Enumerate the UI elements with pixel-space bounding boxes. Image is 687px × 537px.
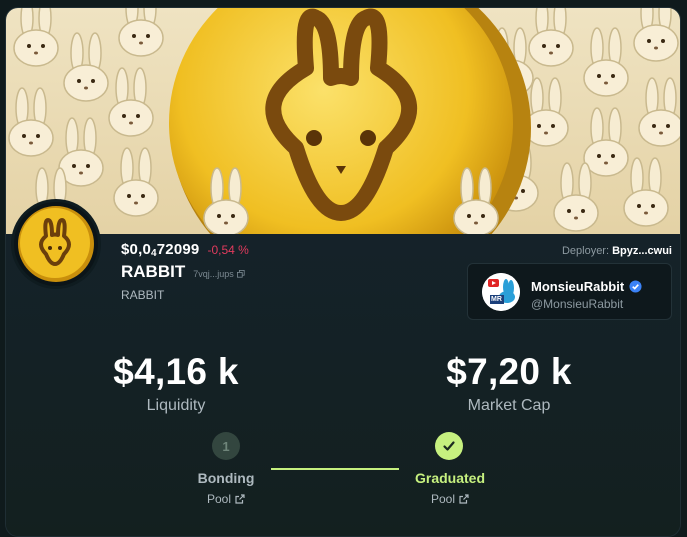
token-card: $0,0472099 -0,54 % RABBIT 7vqj...jups RA… [6, 8, 680, 536]
step-graduated-check [435, 432, 463, 460]
profile-handle: @MonsieuRabbit [531, 297, 624, 311]
liquidity-value: $4,16 k [113, 351, 239, 392]
liquidity-stat: $4,16 k Liquidity [76, 351, 276, 415]
creator-profile-card[interactable]: MR MonsieuRabbit @MonsieuRabbit [467, 263, 672, 320]
deployer-address[interactable]: Bpyz...cwui [612, 245, 672, 257]
token-ticker: RABBIT [121, 262, 186, 281]
deployer-label: Deployer: [561, 245, 610, 257]
token-avatar [14, 202, 98, 286]
banner-artwork [8, 8, 680, 234]
token-name: RABBIT [121, 288, 165, 302]
token-address[interactable]: 7vqj...jups [193, 269, 245, 279]
step-bonding-pool-link[interactable]: Pool [166, 492, 286, 506]
step-graduated-title: Graduated [414, 470, 485, 486]
verified-badge-icon [629, 280, 642, 293]
token-banner-image [6, 8, 680, 234]
copy-icon[interactable] [236, 270, 245, 278]
profile-avatar: MR [482, 273, 520, 311]
price-change: -0,54 % [207, 243, 249, 257]
price-row: $0,0472099 -0,54 % [121, 241, 249, 259]
step-bonding-title: Bonding [197, 470, 255, 486]
market-cap-label: Market Cap [467, 397, 551, 414]
profile-name: MonsieuRabbit [531, 279, 625, 294]
market-cap-stat: $7,20 k Market Cap [409, 351, 609, 415]
external-link-icon [459, 494, 469, 504]
checkmark-icon [443, 441, 455, 451]
market-cap-value: $7,20 k [446, 351, 572, 392]
ticker-row: RABBIT 7vqj...jups [121, 262, 245, 282]
step-bonding-number: 1 [212, 432, 240, 460]
token-price: $0,0472099 [121, 241, 200, 259]
deployer-info[interactable]: Deployer: Bpyz...cwui [562, 245, 672, 257]
step-bonding-pool-label: Pool [206, 492, 232, 506]
liquidity-label: Liquidity [146, 397, 206, 414]
step-graduated-pool-label: Pool [430, 492, 456, 506]
step-graduated-pool-link[interactable]: Pool [390, 492, 510, 506]
external-link-icon [235, 494, 245, 504]
profile-name-row: MonsieuRabbit [531, 279, 642, 294]
profile-avatar-text: MR [491, 296, 502, 303]
progress-connector [271, 468, 399, 470]
